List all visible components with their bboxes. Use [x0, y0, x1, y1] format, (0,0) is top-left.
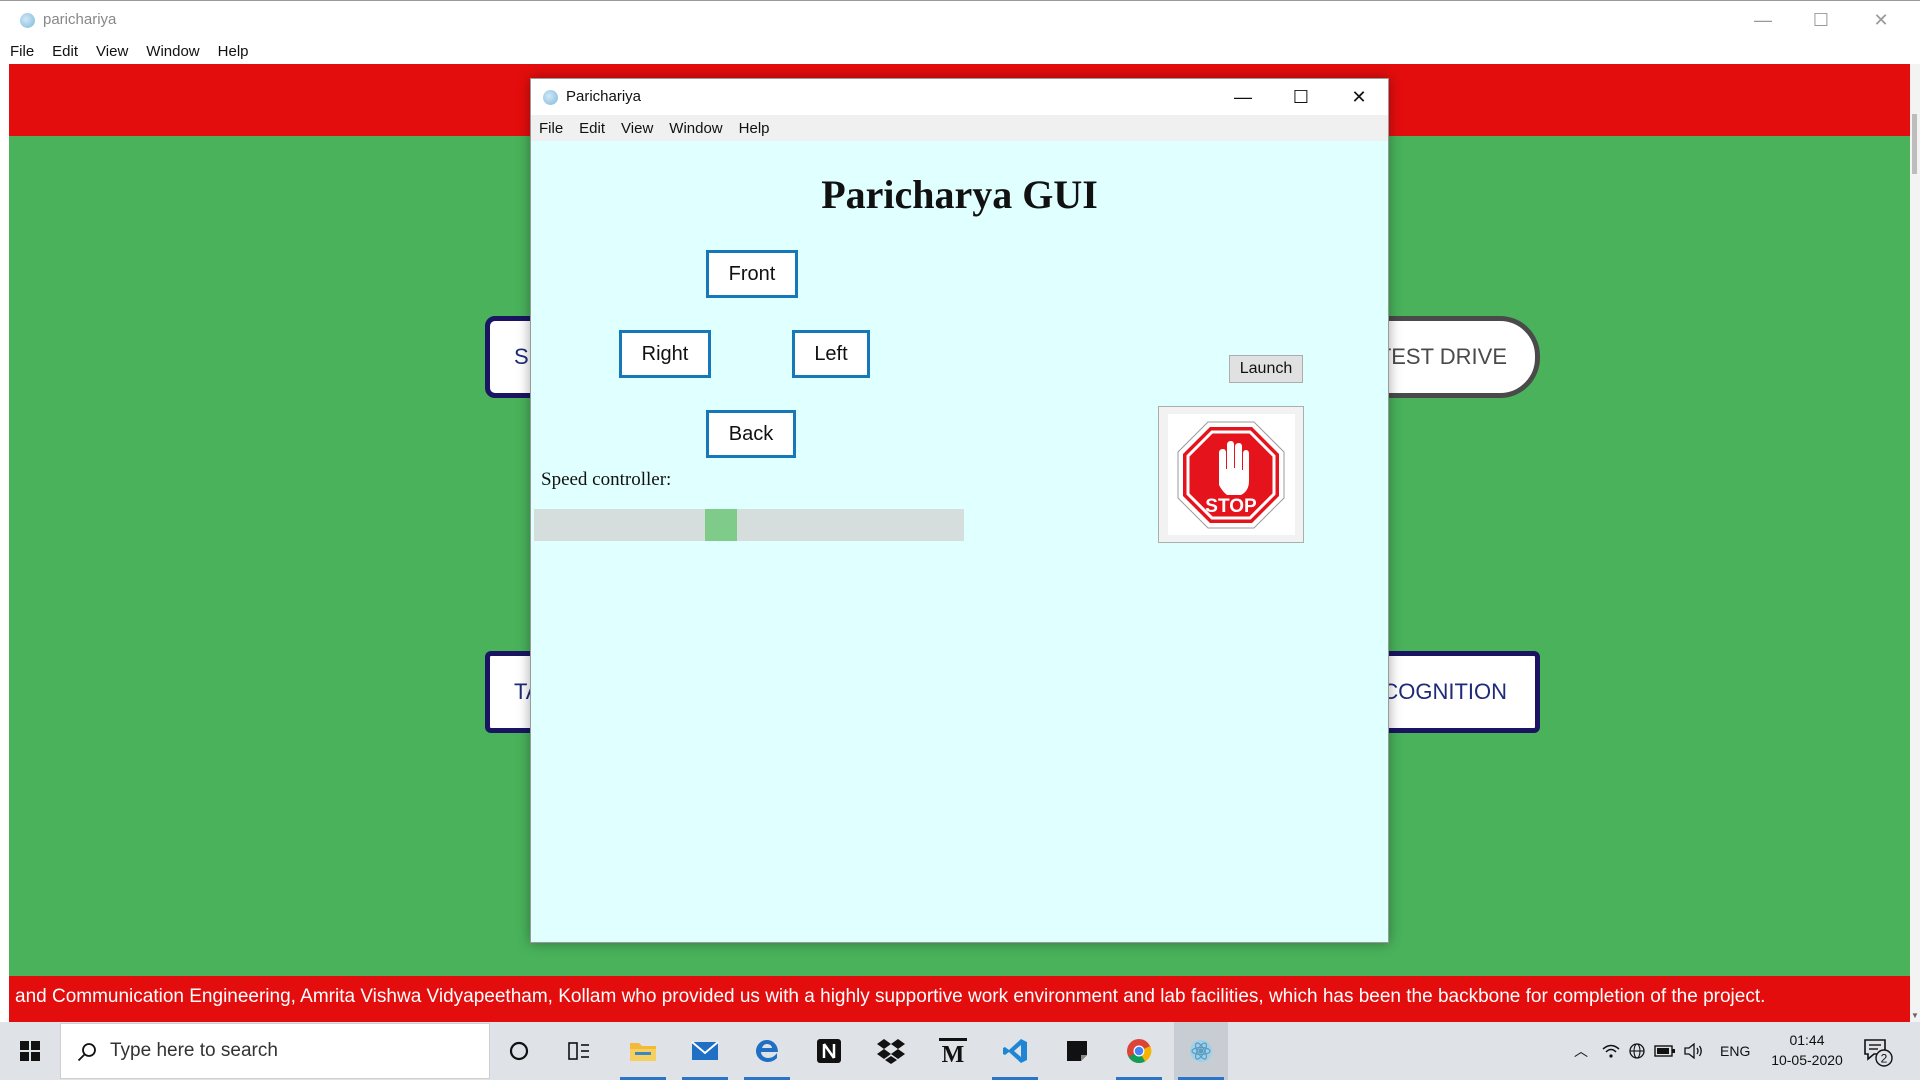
battery-icon[interactable] — [1654, 1044, 1676, 1058]
dialog-maximize-button[interactable]: ☐ — [1272, 79, 1330, 115]
outer-titlebar: parichariya — ☐ ✕ — [0, 0, 1920, 38]
action-center-button[interactable]: 2 — [1862, 1036, 1894, 1068]
outer-minimize-button[interactable]: — — [1734, 1, 1792, 39]
outer-menu-edit[interactable]: Edit — [52, 43, 78, 60]
edge-icon — [756, 1040, 778, 1062]
start-button[interactable] — [0, 1022, 60, 1080]
outer-scrollbar-thumb[interactable] — [1912, 114, 1917, 174]
task-view-button[interactable] — [552, 1022, 606, 1080]
dropbox-icon — [877, 1039, 905, 1064]
outer-close-button[interactable]: ✕ — [1852, 1, 1910, 39]
paricharya-dialog: Parichariya — ☐ ✕ File Edit View Window … — [530, 78, 1389, 943]
sticky-note-icon — [1067, 1041, 1087, 1061]
dialog-minimize-button[interactable]: — — [1214, 79, 1272, 115]
taskbar: Type here to search M ︿ ENG 01:44 10-05-… — [0, 1022, 1920, 1080]
dialog-app-icon — [543, 90, 558, 105]
outer-menu-help[interactable]: Help — [218, 43, 249, 60]
notification-icon: 2 — [1864, 1039, 1893, 1067]
parichariya-app-button[interactable] — [1174, 1022, 1228, 1080]
stop-button[interactable]: STOP — [1158, 406, 1304, 543]
cortana-circle-icon — [509, 1041, 529, 1061]
notion-icon — [817, 1039, 841, 1063]
bg-button-test-drive[interactable]: TEST DRIVE — [1367, 316, 1540, 398]
dialog-titlebar: Parichariya — ☐ ✕ — [531, 79, 1388, 115]
outer-scrollbar[interactable]: ▼ — [1910, 64, 1920, 1022]
search-placeholder: Type here to search — [110, 1040, 278, 1061]
network-globe-icon[interactable] — [1628, 1043, 1646, 1059]
dialog-body: Paricharya GUI Front Right Left Back Spe… — [531, 141, 1388, 942]
front-button[interactable]: Front — [706, 250, 798, 298]
outer-menu-view[interactable]: View — [96, 43, 128, 60]
dropbox-button[interactable] — [864, 1022, 918, 1080]
m-app-button[interactable]: M — [926, 1022, 980, 1080]
dialog-menu-view[interactable]: View — [621, 120, 653, 137]
acknowledgement-marquee: and Communication Engineering, Amrita Vi… — [9, 976, 1910, 1022]
vscode-icon — [1003, 1039, 1027, 1063]
m-letter-icon: M — [939, 1038, 967, 1064]
cortana-button[interactable] — [492, 1022, 546, 1080]
vscode-button[interactable] — [988, 1022, 1042, 1080]
speed-slider[interactable] — [534, 509, 964, 541]
volume-icon[interactable] — [1684, 1043, 1704, 1059]
outer-maximize-button[interactable]: ☐ — [1792, 1, 1850, 39]
outer-menu-file[interactable]: File — [10, 43, 34, 60]
dialog-close-button[interactable]: ✕ — [1330, 79, 1388, 115]
dialog-menu-edit[interactable]: Edit — [579, 120, 605, 137]
back-button[interactable]: Back — [706, 410, 796, 458]
outer-menu-window[interactable]: Window — [146, 43, 199, 60]
launch-button[interactable]: Launch — [1229, 355, 1303, 383]
stop-image: STOP — [1167, 414, 1295, 535]
chrome-icon — [1127, 1039, 1152, 1064]
show-hidden-icons-chevron-icon[interactable]: ︿ — [1570, 1041, 1592, 1061]
left-button[interactable]: Left — [792, 330, 870, 378]
dialog-menu-window[interactable]: Window — [669, 120, 722, 137]
stop-image-label: STOP — [1205, 496, 1257, 517]
clock-time: 01:44 — [1789, 1032, 1825, 1048]
wifi-icon[interactable] — [1602, 1043, 1620, 1059]
file-explorer-button[interactable] — [616, 1022, 670, 1080]
scroll-down-arrow-icon[interactable]: ▼ — [1911, 1011, 1919, 1020]
dialog-menu-help[interactable]: Help — [739, 120, 770, 137]
outer-menubar: File Edit View Window Help — [0, 38, 1920, 64]
app-logo-icon — [20, 13, 35, 28]
svg-text:M: M — [942, 1042, 965, 1064]
folder-icon — [630, 1043, 656, 1061]
system-tray: ︿ ENG — [1570, 1022, 1750, 1080]
edge-browser-button[interactable] — [740, 1022, 794, 1080]
taskbar-clock[interactable]: 01:44 10-05-2020 — [1762, 1030, 1852, 1070]
clock-date: 10-05-2020 — [1771, 1052, 1843, 1068]
dialog-menubar: File Edit View Window Help — [531, 115, 1388, 141]
sticky-notes-button[interactable] — [1050, 1022, 1104, 1080]
task-view-icon — [568, 1042, 589, 1060]
dialog-title: Parichariya — [566, 88, 642, 105]
bg-button-cognition[interactable]: COGNITION — [1367, 651, 1540, 733]
language-indicator[interactable]: ENG — [1720, 1043, 1750, 1059]
notion-button[interactable] — [802, 1022, 856, 1080]
speed-controller-label: Speed controller: — [541, 469, 672, 490]
notification-count: 2 — [1881, 1052, 1888, 1066]
taskbar-search-box[interactable]: Type here to search — [60, 1023, 490, 1079]
chrome-button[interactable] — [1112, 1022, 1166, 1080]
speed-slider-thumb[interactable] — [705, 509, 737, 541]
search-icon — [77, 1043, 96, 1062]
page-title: Paricharya GUI — [821, 172, 1098, 217]
dialog-menu-file[interactable]: File — [539, 120, 563, 137]
windows-logo-icon — [20, 1041, 40, 1061]
right-button[interactable]: Right — [619, 330, 711, 378]
mail-icon — [691, 1041, 719, 1060]
outer-window-title: parichariya — [43, 11, 117, 28]
electron-app-icon — [1190, 1040, 1212, 1062]
mail-button[interactable] — [678, 1022, 732, 1080]
stop-sign-icon: STOP — [1177, 421, 1285, 528]
